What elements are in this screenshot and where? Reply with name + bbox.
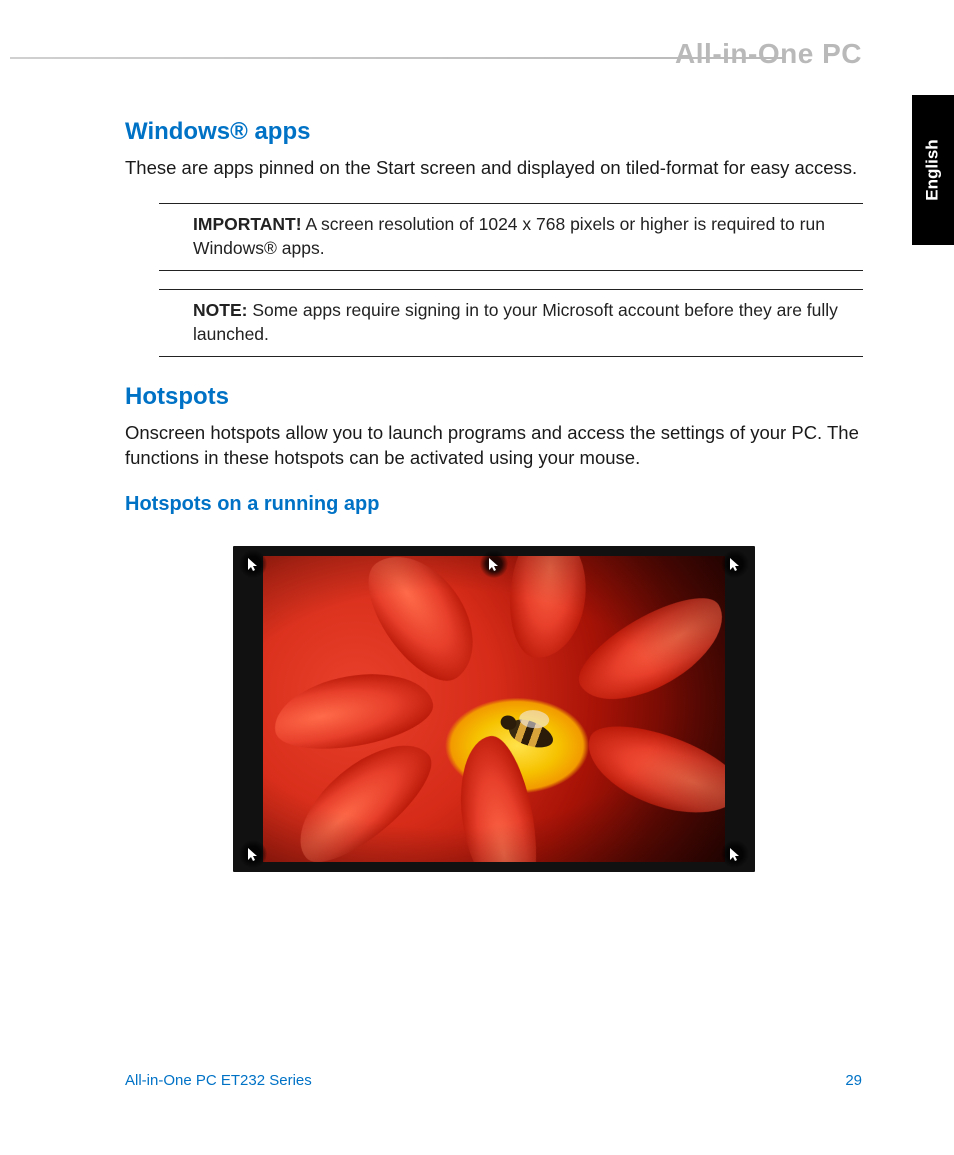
- subhead-hotspots-running-app: Hotspots on a running app: [125, 493, 863, 516]
- important-callout: IMPORTANT! A screen resolution of 1024 x…: [159, 203, 863, 271]
- brand-title: All-in-One PC: [675, 38, 862, 70]
- cursor-icon: [730, 558, 741, 572]
- header-rule: [10, 57, 784, 59]
- hotspot-top-center: [480, 550, 508, 578]
- cursor-icon: [248, 558, 259, 572]
- page-content: Windows® apps These are apps pinned on t…: [125, 118, 863, 872]
- app-photo: [263, 556, 725, 862]
- note-lead: NOTE:: [193, 300, 247, 320]
- hotspot-top-right: [721, 550, 749, 578]
- cursor-icon: [248, 848, 259, 862]
- section-hotspots-title: Hotspots: [125, 383, 863, 411]
- section-apps-title: Windows® apps: [125, 118, 863, 146]
- note-callout: NOTE: Some apps require signing in to yo…: [159, 289, 863, 357]
- note-body: Some apps require signing in to your Mic…: [193, 300, 838, 344]
- section-hotspots-body: Onscreen hotspots allow you to launch pr…: [125, 421, 863, 471]
- page-footer: All-in-One PC ET232 Series 29: [125, 1072, 862, 1089]
- cursor-icon: [730, 848, 741, 862]
- important-lead: IMPORTANT!: [193, 214, 302, 234]
- language-tab: English: [912, 95, 954, 245]
- footer-series: All-in-One PC ET232 Series: [125, 1072, 312, 1089]
- cursor-icon: [489, 558, 500, 572]
- hotspot-bottom-left: [239, 840, 267, 868]
- hotspot-bottom-right: [721, 840, 749, 868]
- section-apps-body: These are apps pinned on the Start scree…: [125, 156, 863, 181]
- language-label: English: [923, 139, 943, 200]
- footer-page-number: 29: [845, 1072, 862, 1089]
- hotspots-figure: [233, 546, 755, 872]
